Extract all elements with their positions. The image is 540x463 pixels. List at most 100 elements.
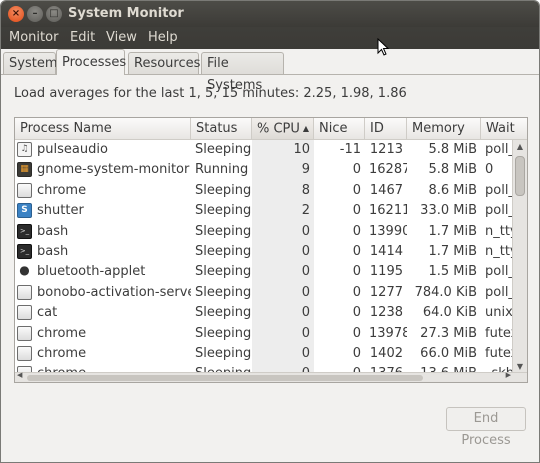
load-averages-label: Load averages for the last 1, 5, 15 minu… bbox=[14, 86, 407, 101]
table-row[interactable]: ▦ gnome-system-monitor Running 9 0 16287 5.8 M… bbox=[15, 160, 513, 181]
id-cell: 16211 bbox=[369, 203, 407, 219]
id-cell: 1414 bbox=[369, 244, 403, 259]
sort-ascending-icon: ▲ bbox=[302, 124, 310, 133]
scroll-left-icon[interactable]: ◀ bbox=[17, 371, 22, 379]
waiting-channel-cell: poll_ bbox=[485, 203, 513, 219]
cpu-cell: 0 bbox=[301, 244, 310, 259]
status-cell: Sleeping bbox=[195, 284, 252, 300]
process-table: Process Name Status % CPU ▲ Nice ID Memor… bbox=[14, 117, 528, 383]
process-name-cell: bash bbox=[37, 244, 69, 259]
generic-process-icon bbox=[17, 182, 32, 198]
end-process-button[interactable]: End Process bbox=[446, 407, 526, 448]
status-cell: Running bbox=[195, 162, 249, 178]
memory-cell: 1.7 MiB bbox=[428, 244, 477, 259]
generic-process-icon bbox=[17, 305, 32, 321]
menu-view[interactable]: View bbox=[106, 30, 137, 45]
mouse-pointer-icon bbox=[377, 38, 390, 56]
table-row[interactable]: Sshutter Sleeping 2 0 16211 33.0 MiB poll_ bbox=[15, 201, 513, 222]
window-title: System Monitor bbox=[68, 6, 184, 21]
status-cell: Sleeping bbox=[195, 142, 252, 157]
tab-system[interactable]: System bbox=[3, 52, 57, 75]
memory-cell: 8.6 MiB bbox=[428, 182, 477, 198]
nice-cell: 0 bbox=[352, 305, 361, 321]
column-header-process-name[interactable]: Process Name bbox=[15, 118, 191, 140]
horizontal-scrollbar[interactable]: ◀ ▶ bbox=[15, 371, 527, 382]
nice-cell: 0 bbox=[352, 346, 361, 361]
column-header-nice[interactable]: Nice bbox=[314, 118, 365, 140]
table-row[interactable]: cat Sleeping 0 0 1238 64.0 KiB unix_ bbox=[15, 303, 513, 324]
memory-cell: 64.0 KiB bbox=[422, 305, 477, 321]
system-monitor-icon: ▦ bbox=[17, 162, 32, 178]
table-row[interactable]: >_ bash Sleeping 0 0 13990 1.7 MiB n_tty bbox=[15, 221, 513, 242]
status-cell: Sleeping bbox=[195, 325, 252, 341]
nice-cell: 0 bbox=[352, 284, 361, 300]
table-row[interactable]: ♫ pulseaudio Sleeping 10 -11 1213 5.8 MiB poll_ bbox=[15, 140, 513, 161]
vertical-scroll-thumb[interactable] bbox=[515, 156, 525, 196]
waiting-channel-cell: futex bbox=[485, 346, 513, 361]
tab-file-systems[interactable]: File Systems bbox=[201, 52, 284, 93]
status-cell: Sleeping bbox=[195, 182, 252, 198]
memory-cell: 1.5 MiB bbox=[428, 264, 477, 280]
column-header-id[interactable]: ID bbox=[365, 118, 407, 140]
close-window-button[interactable]: × bbox=[8, 6, 24, 22]
id-cell: 1238 bbox=[369, 305, 403, 321]
process-name-cell: pulseaudio bbox=[37, 142, 108, 157]
maximize-window-button[interactable]: □ bbox=[46, 6, 62, 22]
menu-monitor[interactable]: Monitor bbox=[9, 30, 58, 45]
column-header-waiting-channel[interactable]: Wait bbox=[481, 118, 527, 140]
process-rows: ♫ pulseaudio Sleeping 10 -11 1213 5.8 MiB poll_… bbox=[15, 140, 513, 374]
nice-cell: 0 bbox=[352, 223, 361, 239]
scroll-right-icon[interactable]: ▶ bbox=[506, 371, 511, 379]
id-cell: 16287 bbox=[369, 162, 407, 178]
cpu-cell: 0 bbox=[301, 305, 310, 321]
process-name-cell: cat bbox=[37, 305, 58, 321]
waiting-channel-cell: poll_ bbox=[485, 264, 513, 280]
title-bar: × – □ System Monitor bbox=[1, 1, 539, 27]
process-name-cell: shutter bbox=[37, 203, 84, 219]
column-header-memory[interactable]: Memory bbox=[407, 118, 481, 140]
status-cell: Sleeping bbox=[195, 203, 252, 219]
table-row[interactable]: >_ bash Sleeping 0 0 1414 1.7 MiB n_tty bbox=[15, 242, 513, 263]
process-name-cell: bash bbox=[37, 223, 69, 239]
vertical-scrollbar[interactable]: ▲ ▼ bbox=[512, 140, 527, 374]
system-monitor-window: × – □ System Monitor Monitor Edit View H… bbox=[0, 0, 540, 463]
cpu-cell: 0 bbox=[301, 223, 310, 239]
scroll-up-icon[interactable]: ▲ bbox=[513, 140, 527, 154]
table-row[interactable]: chrome Sleeping 0 0 1402 66.0 MiB futex bbox=[15, 344, 513, 365]
tab-resources[interactable]: Resources bbox=[128, 52, 200, 75]
cpu-cell: 0 bbox=[301, 346, 310, 361]
process-name-cell: chrome bbox=[37, 182, 87, 198]
tab-processes[interactable]: Processes bbox=[56, 49, 126, 75]
waiting-channel-cell: poll_ bbox=[485, 284, 513, 300]
nice-cell: 0 bbox=[352, 325, 361, 341]
process-name-cell: bonobo-activation-server bbox=[37, 284, 191, 300]
shutter-icon: S bbox=[17, 203, 32, 219]
cpu-cell: 8 bbox=[301, 182, 310, 198]
table-row[interactable]: chrome Sleeping 8 0 1467 8.6 MiB poll_ bbox=[15, 180, 513, 202]
process-name-cell: gnome-system-monitor bbox=[37, 162, 190, 178]
generic-process-icon bbox=[17, 284, 32, 300]
memory-cell: 784.0 KiB bbox=[414, 284, 477, 300]
waiting-channel-cell: futex bbox=[485, 325, 513, 341]
minimize-window-button[interactable]: – bbox=[27, 6, 43, 22]
waiting-channel-cell: poll_ bbox=[485, 182, 513, 198]
table-row[interactable]: ● bluetooth-applet Sleeping 0 0 1195 1.5 MiB po… bbox=[15, 262, 513, 283]
id-cell: 1195 bbox=[369, 264, 403, 280]
menu-help[interactable]: Help bbox=[148, 30, 178, 45]
horizontal-scroll-thumb[interactable] bbox=[27, 375, 423, 381]
id-cell: 1213 bbox=[369, 142, 403, 157]
table-row[interactable]: bonobo-activation-server Sleeping 0 0 1277 78… bbox=[15, 282, 513, 304]
status-cell: Sleeping bbox=[195, 346, 252, 361]
column-header-status[interactable]: Status bbox=[191, 118, 252, 140]
column-header-cpu[interactable]: % CPU ▲ bbox=[252, 118, 314, 140]
waiting-channel-cell: unix_ bbox=[485, 305, 513, 321]
table-row[interactable]: chrome Sleeping 0 0 13978 27.3 MiB futex bbox=[15, 323, 513, 344]
memory-cell: 5.8 MiB bbox=[428, 142, 477, 157]
nice-cell: 0 bbox=[352, 162, 361, 178]
nice-cell: 0 bbox=[352, 264, 361, 280]
tab-bar: System Processes Resources File Systems bbox=[1, 49, 539, 93]
memory-cell: 66.0 MiB bbox=[420, 346, 477, 361]
menu-edit[interactable]: Edit bbox=[70, 30, 95, 45]
status-cell: Sleeping bbox=[195, 223, 252, 239]
status-cell: Sleeping bbox=[195, 264, 252, 280]
